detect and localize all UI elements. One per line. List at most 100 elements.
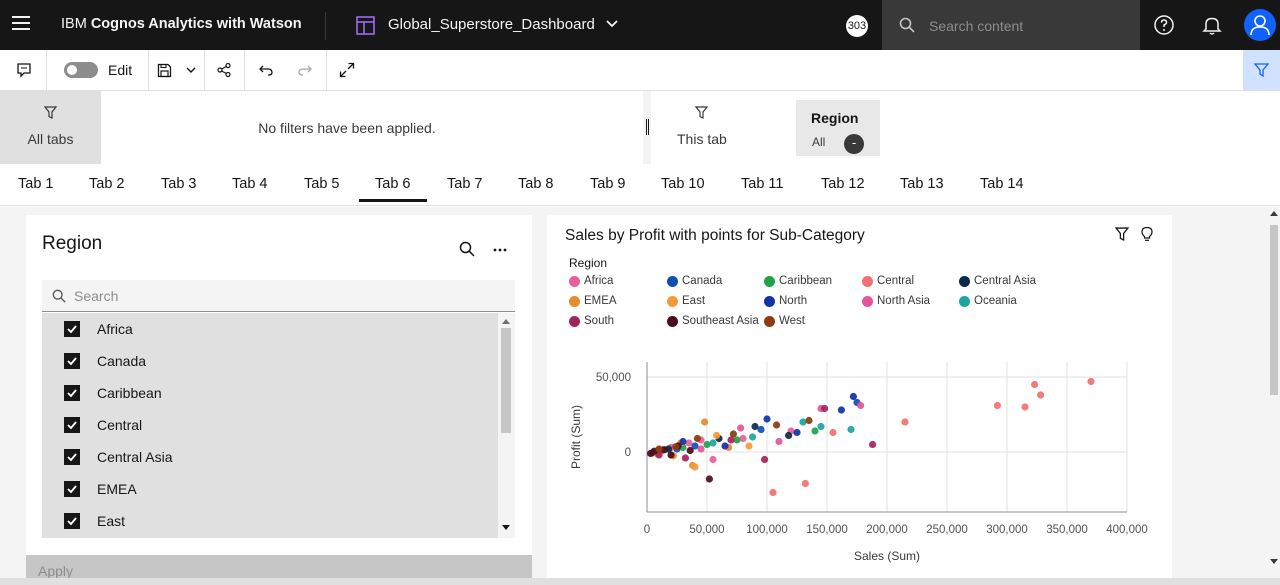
notification-count-badge[interactable]: 303	[846, 15, 868, 37]
legend-item[interactable]: North	[764, 295, 807, 307]
scroll-up-icon[interactable]	[1270, 210, 1278, 216]
list-item-label: Central Asia	[97, 449, 173, 465]
tab-5[interactable]: Tab 5	[304, 176, 339, 192]
list-item[interactable]: East	[42, 505, 498, 537]
checkbox[interactable]	[64, 513, 80, 529]
list-item[interactable]: EMEA	[42, 473, 498, 505]
legend-item[interactable]: Southeast Asia	[667, 315, 759, 327]
content-search[interactable]	[882, 0, 1140, 50]
tab-11[interactable]: Tab 11	[741, 176, 783, 192]
data-point	[769, 488, 777, 497]
legend-swatch	[569, 275, 580, 287]
tab-3[interactable]: Tab 3	[161, 176, 196, 192]
scrollbar-thumb[interactable]	[1270, 225, 1278, 395]
tab-1[interactable]: Tab 1	[18, 176, 53, 192]
scroll-up-icon[interactable]	[502, 318, 510, 324]
tab-12[interactable]: Tab 12	[821, 176, 865, 192]
filter-panel-button[interactable]	[1243, 50, 1280, 90]
legend-item[interactable]: East	[667, 295, 705, 307]
legend-item[interactable]: West	[764, 315, 805, 327]
tab-14[interactable]: Tab 14	[980, 176, 1024, 192]
dashboard-name[interactable]: Global_Superstore_Dashboard	[388, 16, 595, 33]
brand-suffix: Cognos Analytics with Watson	[90, 16, 302, 32]
all-tabs-filter[interactable]: All tabs	[0, 91, 101, 164]
region-search-input[interactable]	[74, 286, 474, 306]
legend-item[interactable]: Central	[862, 275, 914, 287]
legend-item[interactable]: North Asia	[862, 295, 930, 307]
search-input[interactable]	[929, 15, 1119, 37]
legend-item[interactable]: Canada	[667, 275, 722, 287]
legend-item[interactable]: Caribbean	[764, 275, 832, 287]
undo-button[interactable]	[252, 50, 280, 90]
save-button[interactable]	[152, 50, 176, 90]
legend-swatch	[569, 295, 580, 307]
toolbar-divider	[244, 50, 245, 90]
tab-4[interactable]: Tab 4	[232, 176, 267, 192]
apply-label: Apply	[38, 563, 74, 579]
expand-icon	[339, 62, 355, 78]
tab-7[interactable]: Tab 7	[447, 176, 482, 192]
scroll-down-icon[interactable]	[1270, 559, 1278, 565]
data-point	[739, 434, 747, 443]
tab-6[interactable]: Tab 6	[375, 176, 410, 192]
remove-filter-button[interactable]: -	[844, 134, 864, 154]
comment-button[interactable]	[8, 50, 40, 90]
lightbulb-icon[interactable]	[1140, 226, 1154, 242]
data-point	[1021, 403, 1029, 411]
tab-10[interactable]: Tab 10	[661, 176, 705, 192]
user-avatar[interactable]	[1244, 9, 1276, 41]
checkbox[interactable]	[64, 321, 80, 337]
filter-resize-handle[interactable]	[646, 119, 649, 135]
search-icon[interactable]	[459, 241, 475, 257]
data-point	[847, 425, 855, 434]
region-filter-chip[interactable]: Region All -	[796, 100, 880, 156]
list-item[interactable]: Caribbean	[42, 377, 498, 409]
share-button[interactable]	[210, 50, 238, 90]
dashboard-icon	[356, 16, 375, 35]
redo-button[interactable]	[291, 50, 319, 90]
list-item[interactable]: Africa	[42, 313, 498, 345]
legend-item[interactable]: EMEA	[569, 295, 617, 307]
list-item[interactable]: Canada	[42, 345, 498, 377]
edit-toggle[interactable]	[64, 62, 98, 78]
list-scrollbar[interactable]	[498, 313, 515, 538]
overflow-menu-icon[interactable]	[493, 248, 507, 252]
fullscreen-button[interactable]	[333, 50, 361, 90]
data-point	[697, 445, 705, 453]
legend-item[interactable]: Africa	[569, 275, 613, 287]
chevron-down-icon[interactable]	[604, 16, 620, 32]
tab-13[interactable]: Tab 13	[900, 176, 944, 192]
help-icon[interactable]	[1153, 14, 1175, 36]
tab-2[interactable]: Tab 2	[89, 176, 124, 192]
checkbox[interactable]	[64, 481, 80, 497]
checkbox[interactable]	[64, 449, 80, 465]
filter-icon[interactable]	[1115, 227, 1129, 241]
app-title: IBM Cognos Analytics with Watson	[61, 16, 302, 32]
save-options-button[interactable]	[180, 50, 202, 90]
checkbox[interactable]	[64, 353, 80, 369]
hamburger-menu-icon[interactable]	[12, 16, 30, 32]
page-scrollbar[interactable]	[1268, 207, 1280, 585]
scroll-down-icon[interactable]	[502, 525, 510, 531]
filter-icon	[1254, 63, 1269, 77]
legend-item[interactable]: South	[569, 315, 614, 327]
undo-icon	[259, 65, 273, 76]
legend-item[interactable]: Central Asia	[959, 275, 1036, 287]
data-point	[667, 451, 675, 459]
list-scrollbar-thumb[interactable]	[501, 328, 511, 433]
y-tick-label: 50,000	[596, 372, 631, 384]
checkbox[interactable]	[64, 385, 80, 401]
region-search[interactable]	[42, 280, 515, 312]
data-point	[801, 479, 809, 488]
bell-icon[interactable]	[1201, 14, 1223, 36]
list-item[interactable]: Central	[42, 409, 498, 441]
data-point	[703, 440, 711, 449]
tab-8[interactable]: Tab 8	[518, 176, 553, 192]
tab-9[interactable]: Tab 9	[590, 176, 625, 192]
checkbox[interactable]	[64, 417, 80, 433]
list-item-label: East	[97, 513, 126, 529]
legend-item[interactable]: Oceania	[959, 295, 1017, 307]
list-item[interactable]: Central Asia	[42, 441, 498, 473]
all-tabs-filter-area[interactable]: No filters have been applied.	[101, 91, 643, 164]
horizontal-scrollbar[interactable]	[0, 578, 1280, 585]
